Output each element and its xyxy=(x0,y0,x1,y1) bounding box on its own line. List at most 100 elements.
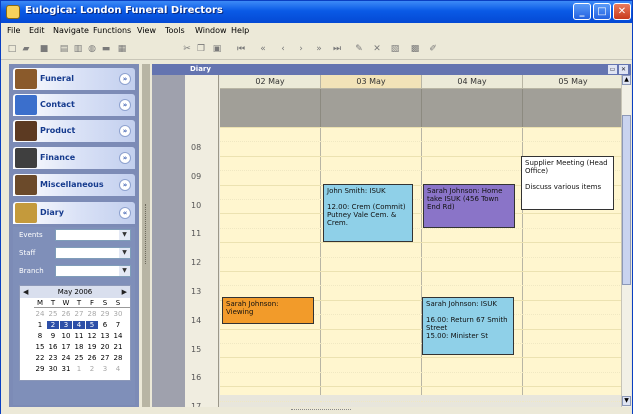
sidebar-section-finance[interactable]: Finance » xyxy=(13,147,135,169)
calendar-day[interactable]: 28 xyxy=(86,310,98,318)
open-icon[interactable]: ▰ xyxy=(20,43,32,55)
sidebar-section-funeral[interactable]: Funeral » xyxy=(13,68,135,90)
day-column[interactable]: 02 May xyxy=(220,75,321,402)
calendar-day[interactable]: 21 xyxy=(112,343,124,351)
resize-grip[interactable] xyxy=(291,409,351,411)
calendar-day[interactable]: 13 xyxy=(99,332,111,340)
find-icon[interactable]: ◍ xyxy=(86,43,98,55)
calendar-day[interactable]: 1 xyxy=(34,321,46,329)
all-day-area[interactable] xyxy=(220,89,321,127)
calendar-day[interactable]: 28 xyxy=(112,354,124,362)
calendar-day[interactable]: 3 xyxy=(60,321,72,329)
prev-icon[interactable]: ‹ xyxy=(277,43,289,55)
menu-view[interactable]: View xyxy=(137,26,156,35)
sidebar-section-product[interactable]: Product » xyxy=(13,120,135,142)
calendar-day[interactable]: 24 xyxy=(34,310,46,318)
edit-icon[interactable]: ✎ xyxy=(353,43,365,55)
restore-icon[interactable]: ▭ xyxy=(608,65,617,74)
calendar-day[interactable]: 16 xyxy=(47,343,59,351)
scroll-down-icon[interactable]: ▼ xyxy=(622,396,631,406)
scroll-up-icon[interactable]: ▲ xyxy=(622,75,631,85)
scroll-thumb[interactable] xyxy=(622,115,631,285)
collapse-icon[interactable]: « xyxy=(119,207,131,219)
events-select[interactable]: ▼ xyxy=(55,229,131,241)
calendar-day[interactable]: 7 xyxy=(112,321,124,329)
day-header[interactable]: 02 May xyxy=(220,75,321,89)
day-grid[interactable] xyxy=(220,127,321,402)
appointment[interactable]: John Smith: ISUK 12.00: Crem (Commit) Pu… xyxy=(323,184,413,242)
calendar-day[interactable]: 29 xyxy=(34,365,46,373)
calendar-day[interactable]: 27 xyxy=(99,354,111,362)
expand-icon[interactable]: » xyxy=(119,179,131,191)
all-day-area[interactable] xyxy=(321,89,422,127)
calendar-day[interactable]: 2 xyxy=(86,365,98,373)
calendar-day[interactable]: 1 xyxy=(73,365,85,373)
chevron-down-icon[interactable]: ▼ xyxy=(119,248,130,258)
all-day-area[interactable] xyxy=(523,89,624,127)
calendar-day[interactable]: 30 xyxy=(112,310,124,318)
calendar-day[interactable]: 8 xyxy=(34,332,46,340)
cut-icon-2[interactable]: ✂ xyxy=(181,43,193,55)
all-day-area[interactable] xyxy=(422,89,523,127)
calendar-day[interactable]: 12 xyxy=(86,332,98,340)
menu-help[interactable]: Help xyxy=(231,26,249,35)
delete-icon[interactable]: ✕ xyxy=(371,43,383,55)
splitter-grip[interactable] xyxy=(145,204,147,264)
sidebar-section-contact[interactable]: Contact » xyxy=(13,94,135,116)
sidebar-section-diary[interactable]: Diary « xyxy=(13,202,135,224)
copy-icon[interactable]: ▦ xyxy=(116,43,128,55)
minimize-button[interactable]: _ xyxy=(573,3,591,20)
menu-file[interactable]: File xyxy=(7,26,20,35)
calendar-day[interactable]: 25 xyxy=(47,310,59,318)
calendar-day[interactable]: 20 xyxy=(99,343,111,351)
print-icon[interactable]: ▤ xyxy=(58,43,70,55)
calendar-day[interactable]: 27 xyxy=(73,310,85,318)
appointment[interactable]: Supplier Meeting (Head Office) Discuss v… xyxy=(521,156,614,210)
calendar-day[interactable]: 5 xyxy=(86,321,98,329)
calendar-day[interactable]: 22 xyxy=(34,354,46,362)
title-bar[interactable]: Eulogica: London Funeral Directors _ □ ✕ xyxy=(1,1,632,23)
menu-navigate[interactable]: Navigate xyxy=(53,26,89,35)
calendar-day[interactable]: 11 xyxy=(73,332,85,340)
calendar-day[interactable]: 4 xyxy=(112,365,124,373)
calendar-day[interactable]: 29 xyxy=(99,310,111,318)
calendar-day[interactable]: 6 xyxy=(99,321,111,329)
appointment[interactable]: Sarah Johnson: Home take ISUK (456 Town … xyxy=(423,184,515,228)
first-icon[interactable]: ⏮ xyxy=(235,43,247,55)
expand-icon[interactable]: » xyxy=(119,73,131,85)
calendar-day[interactable]: 31 xyxy=(60,365,72,373)
calendar-day[interactable]: 25 xyxy=(73,354,85,362)
next-icon[interactable]: › xyxy=(295,43,307,55)
calendar-day[interactable]: 2 xyxy=(47,321,59,329)
branch-select[interactable]: ▼ xyxy=(55,265,131,277)
calendar-day[interactable]: 4 xyxy=(73,321,85,329)
calendar-icon[interactable]: ▩ xyxy=(409,43,421,55)
appointment[interactable]: Sarah Johnson: ISUK 16.00: Return 67 Smi… xyxy=(422,297,514,355)
day-header[interactable]: 03 May xyxy=(321,75,422,89)
day-grid[interactable] xyxy=(321,127,422,402)
calendar-day[interactable]: 30 xyxy=(47,365,59,373)
close-icon[interactable]: ✕ xyxy=(619,65,628,74)
next-month-icon[interactable]: ▶ xyxy=(122,286,127,298)
last-icon[interactable]: ⏭ xyxy=(331,43,343,55)
refresh-icon[interactable]: ▧ xyxy=(389,43,401,55)
calendar-day[interactable]: 9 xyxy=(47,332,59,340)
vertical-scrollbar[interactable]: ▲ ▼ xyxy=(621,75,631,407)
maximize-button[interactable]: □ xyxy=(593,3,611,20)
day-column[interactable]: 05 May xyxy=(523,75,624,402)
save-icon[interactable]: ■ xyxy=(38,43,50,55)
calendar-day[interactable]: 19 xyxy=(86,343,98,351)
close-button[interactable]: ✕ xyxy=(613,3,631,20)
prev-page-icon[interactable]: « xyxy=(257,43,269,55)
calendar-day[interactable]: 10 xyxy=(60,332,72,340)
menu-window[interactable]: Window xyxy=(195,26,227,35)
day-header[interactable]: 04 May xyxy=(422,75,523,89)
paste-icon[interactable]: ▣ xyxy=(211,43,223,55)
calendar-day[interactable]: 3 xyxy=(99,365,111,373)
expand-icon[interactable]: » xyxy=(119,125,131,137)
calendar-day[interactable]: 23 xyxy=(47,354,59,362)
menu-functions[interactable]: Functions xyxy=(93,26,131,35)
staff-select[interactable]: ▼ xyxy=(55,247,131,259)
appointment[interactable]: Sarah Johnson: Viewing xyxy=(222,297,314,324)
new-icon[interactable]: □ xyxy=(6,43,18,55)
